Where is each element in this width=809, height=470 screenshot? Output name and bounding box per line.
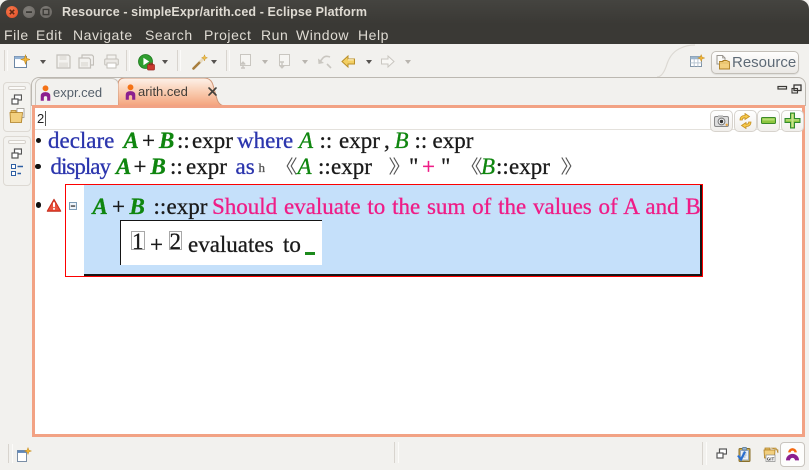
svg-text:GIT: GIT bbox=[767, 457, 775, 462]
